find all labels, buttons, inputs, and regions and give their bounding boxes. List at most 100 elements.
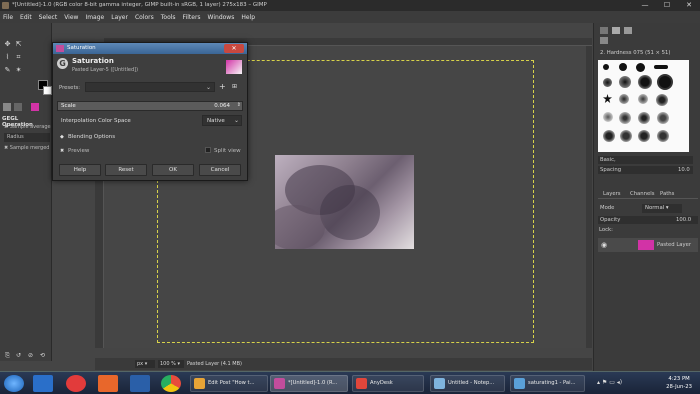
brush-thumbnail[interactable] xyxy=(654,65,668,69)
device-status-tab-icon[interactable] xyxy=(14,103,22,111)
background-color-swatch[interactable] xyxy=(43,86,52,95)
brush-thumbnail-selected[interactable] xyxy=(657,74,673,90)
brush-thumbnail[interactable] xyxy=(619,76,631,88)
dialog-title-bar[interactable]: Saturation ✕ xyxy=(53,43,247,54)
brush-thumbnail[interactable] xyxy=(619,112,631,124)
word-icon[interactable] xyxy=(130,375,150,392)
menu-filters[interactable]: Filters xyxy=(183,14,201,21)
sample-merged-option[interactable]: ✖ Sample merged xyxy=(4,145,49,151)
scale-value[interactable]: 0.064 xyxy=(214,103,230,109)
eye-visibility-icon[interactable]: ◉ xyxy=(601,241,607,249)
brush-thumbnail[interactable] xyxy=(603,94,612,103)
tab-channels[interactable]: Channels xyxy=(630,191,655,197)
reset-options-icon[interactable]: ⟲ xyxy=(38,351,47,360)
menu-colors[interactable]: Colors xyxy=(135,14,154,21)
brush-thumbnail[interactable] xyxy=(636,63,645,72)
dialog-subheading: Pasted Layer-5 ([Untitled]) xyxy=(72,67,139,73)
chrome-browser-icon[interactable] xyxy=(161,375,181,392)
delete-options-icon[interactable]: ⊘ xyxy=(26,351,35,360)
image-layer[interactable] xyxy=(275,155,414,249)
brush-thumbnail[interactable] xyxy=(638,94,648,104)
fonts-tab-icon[interactable] xyxy=(624,27,632,34)
layer-row[interactable]: ◉ Pasted Layer xyxy=(598,238,698,252)
fuzzy-select-tool-icon[interactable]: ✶ xyxy=(14,66,23,75)
opera-browser-icon[interactable] xyxy=(66,375,86,392)
menu-image[interactable]: Image xyxy=(85,14,104,21)
document-history-tab-icon[interactable] xyxy=(600,37,608,44)
images-tab-icon[interactable] xyxy=(31,103,39,111)
spacing-field[interactable]: Spacing 10.0 xyxy=(598,166,693,174)
close-button[interactable]: ✕ xyxy=(678,0,700,11)
taskbar-item-paint[interactable]: saturating1 - Pai... xyxy=(510,375,585,392)
taskbar-app-icon[interactable] xyxy=(33,375,53,392)
interpolation-select[interactable]: Native ⌄ xyxy=(202,115,242,126)
menu-view[interactable]: View xyxy=(64,14,78,21)
brush-thumbnail[interactable] xyxy=(656,94,668,106)
mode-select[interactable]: Normal ▾ xyxy=(642,204,682,213)
start-button-icon[interactable] xyxy=(4,375,24,392)
menu-tools[interactable]: Tools xyxy=(161,14,176,21)
preview-checkbox[interactable]: ✖ xyxy=(60,148,64,154)
ok-button[interactable]: OK xyxy=(152,164,194,176)
save-options-icon[interactable]: ⎘ xyxy=(3,351,12,360)
brushes-tab-icon[interactable] xyxy=(600,27,608,34)
menu-file[interactable]: File xyxy=(3,14,13,21)
taskbar-item-anydesk[interactable]: AnyDesk xyxy=(352,375,424,392)
taskbar-item-notepad[interactable]: Untitled - Notep... xyxy=(430,375,505,392)
menu-windows[interactable]: Windows xyxy=(208,14,235,21)
help-button[interactable]: Help xyxy=(59,164,101,176)
opacity-slider[interactable]: Opacity 100.0 xyxy=(598,216,698,224)
zoom-select[interactable]: 100 % ▾ xyxy=(158,360,184,368)
scale-slider[interactable]: Scale 0.064 ⇕ xyxy=(57,101,243,111)
reset-button[interactable]: Reset xyxy=(105,164,147,176)
patterns-tab-icon[interactable] xyxy=(612,27,620,34)
preset-menu-icon[interactable]: ⊞ xyxy=(232,83,237,90)
brush-thumbnail[interactable] xyxy=(603,130,615,142)
sample-average-option[interactable]: ✖ Sample average xyxy=(4,124,51,130)
scale-spin-icon[interactable]: ⇕ xyxy=(237,102,241,108)
taskbar-item-edit-post[interactable]: Edit Post "How t... xyxy=(190,375,268,392)
dialog-close-button[interactable]: ✕ xyxy=(224,44,244,53)
tray-icons[interactable]: ▴ ⚑ ▭ ◂) xyxy=(597,379,622,386)
tool-options-tab-icon[interactable] xyxy=(3,103,11,111)
brush-thumbnail[interactable] xyxy=(638,112,650,124)
tab-layers[interactable]: Layers xyxy=(603,191,621,197)
menu-help[interactable]: Help xyxy=(241,14,255,21)
free-select-tool-icon[interactable]: ⌇ xyxy=(3,53,12,62)
menu-select[interactable]: Select xyxy=(39,14,58,21)
brush-thumbnail[interactable] xyxy=(638,130,650,142)
brush-thumbnail[interactable] xyxy=(657,112,669,124)
menu-edit[interactable]: Edit xyxy=(20,14,32,21)
unit-select[interactable]: px ▾ xyxy=(135,360,155,368)
expander-icon[interactable]: ◆ xyxy=(60,134,64,140)
brush-grid[interactable] xyxy=(598,60,689,152)
brush-thumbnail[interactable] xyxy=(657,130,669,142)
align-tool-icon[interactable]: ⇱ xyxy=(14,40,23,49)
tab-paths[interactable]: Paths xyxy=(660,191,674,197)
presets-select[interactable]: ⌄ xyxy=(85,82,215,92)
taskbar-item-gimp[interactable]: *[Untitled]-1.0 (R... xyxy=(270,375,348,392)
paintbrush-tool-icon[interactable]: ✎ xyxy=(3,66,12,75)
powerpoint-icon[interactable] xyxy=(98,375,118,392)
brush-thumbnail[interactable] xyxy=(603,112,613,122)
radius-field[interactable]: Radius xyxy=(4,133,50,142)
crop-tool-icon[interactable]: ⌗ xyxy=(14,53,23,62)
split-view-checkbox[interactable] xyxy=(205,147,211,153)
menu-layer[interactable]: Layer xyxy=(111,14,128,21)
cancel-button[interactable]: Cancel xyxy=(199,164,241,176)
system-clock[interactable]: 4:23 PM 28-Jun-23 xyxy=(666,375,692,391)
vertical-scrollbar[interactable] xyxy=(586,46,592,348)
brush-thumbnail[interactable] xyxy=(603,78,612,87)
brush-thumbnail[interactable] xyxy=(638,75,652,89)
brush-thumbnail[interactable] xyxy=(603,64,609,70)
brush-tag-field[interactable]: Basic, xyxy=(598,156,693,164)
blending-options-toggle[interactable]: Blending Options xyxy=(68,134,115,140)
brush-thumbnail[interactable] xyxy=(619,94,629,104)
restore-options-icon[interactable]: ↺ xyxy=(14,351,23,360)
brush-thumbnail[interactable] xyxy=(620,130,632,142)
maximize-button[interactable]: ☐ xyxy=(656,0,678,11)
move-tool-icon[interactable]: ✥ xyxy=(3,40,12,49)
minimize-button[interactable]: — xyxy=(634,0,656,11)
brush-thumbnail[interactable] xyxy=(619,63,627,71)
add-preset-icon[interactable]: + xyxy=(219,82,226,91)
